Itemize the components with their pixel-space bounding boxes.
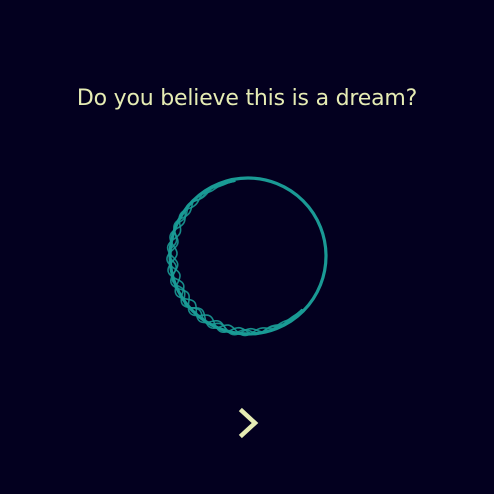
ring-strand-2 [166,180,303,336]
ring-strand-3 [167,180,303,337]
question-text: Do you believe this is a dream? [76,86,418,111]
next-button[interactable] [229,401,269,445]
chevron-right-icon [238,407,259,439]
woven-ring-icon [166,176,328,337]
dream-screen: Do you believe this is a dream? [0,0,494,494]
